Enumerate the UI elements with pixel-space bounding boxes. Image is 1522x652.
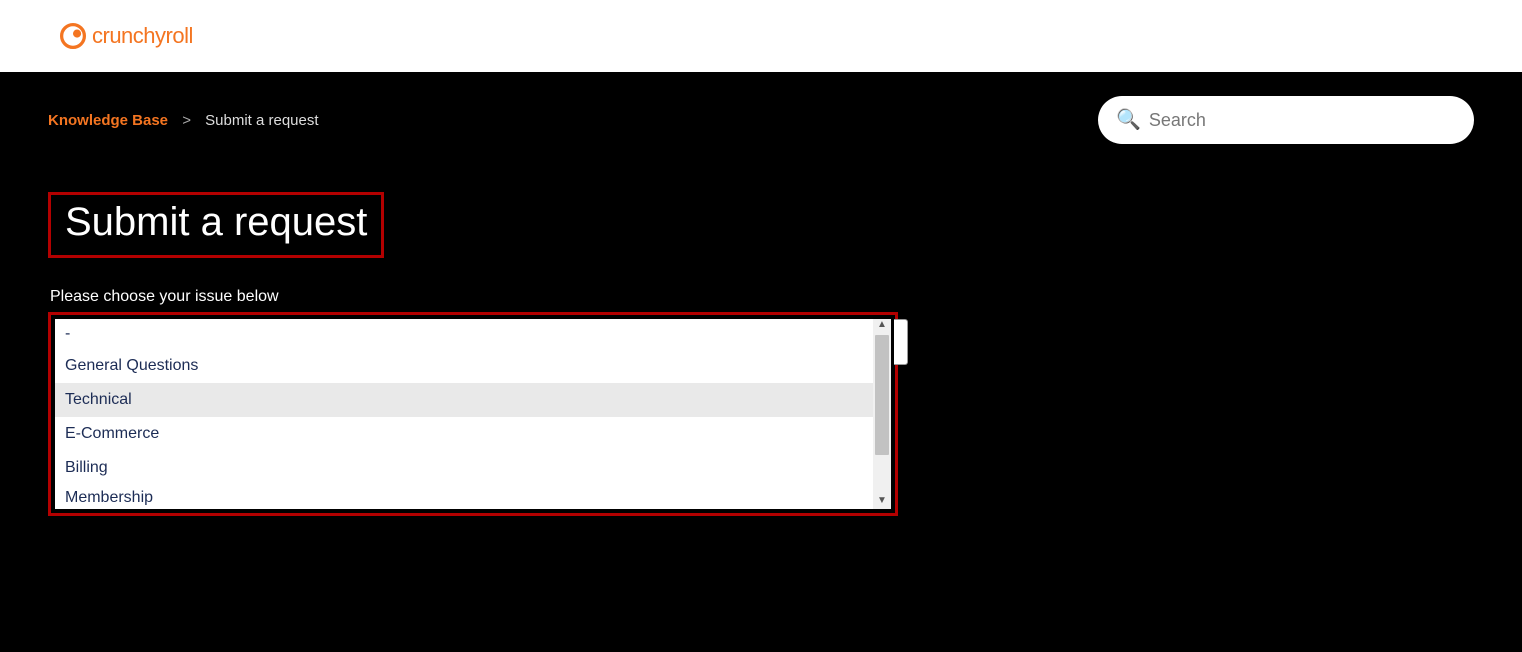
site-header: crunchyroll (0, 0, 1522, 72)
scroll-down-icon[interactable]: ▼ (877, 495, 887, 509)
option-blank[interactable]: - (55, 319, 873, 349)
breadcrumb-root-link[interactable]: Knowledge Base (48, 112, 168, 129)
search-input[interactable] (1149, 110, 1456, 131)
option-billing[interactable]: Billing (55, 451, 873, 485)
crunchyroll-icon (60, 23, 86, 49)
issue-dropdown-options: - General Questions Technical E-Commerce… (55, 319, 873, 509)
page-title-highlight: Submit a request (48, 192, 384, 258)
scroll-thumb[interactable] (875, 335, 889, 455)
scroll-up-icon[interactable]: ▲ (877, 319, 887, 333)
option-membership[interactable]: Membership (55, 485, 873, 505)
search-box[interactable]: 🔍 (1098, 96, 1474, 144)
issue-dropdown[interactable]: - General Questions Technical E-Commerce… (55, 319, 891, 509)
page-content: Knowledge Base > Submit a request 🔍 Subm… (0, 72, 1522, 516)
option-general-questions[interactable]: General Questions (55, 349, 873, 383)
breadcrumb-separator: > (182, 112, 191, 129)
issue-dropdown-highlight: - General Questions Technical E-Commerce… (48, 312, 898, 516)
dropdown-scrollbar[interactable]: ▲ ▼ (873, 319, 891, 509)
breadcrumb: Knowledge Base > Submit a request (48, 112, 319, 129)
breadcrumb-current: Submit a request (205, 112, 318, 129)
brand-name: crunchyroll (92, 23, 193, 49)
option-ecommerce[interactable]: E-Commerce (55, 417, 873, 451)
select-handle-fragment (894, 319, 908, 365)
search-icon: 🔍 (1116, 110, 1141, 130)
issue-field-label: Please choose your issue below (48, 288, 1474, 306)
topbar: Knowledge Base > Submit a request 🔍 (48, 96, 1474, 144)
brand-logo[interactable]: crunchyroll (60, 23, 193, 49)
option-technical[interactable]: Technical (55, 383, 873, 417)
page-title: Submit a request (65, 200, 367, 245)
